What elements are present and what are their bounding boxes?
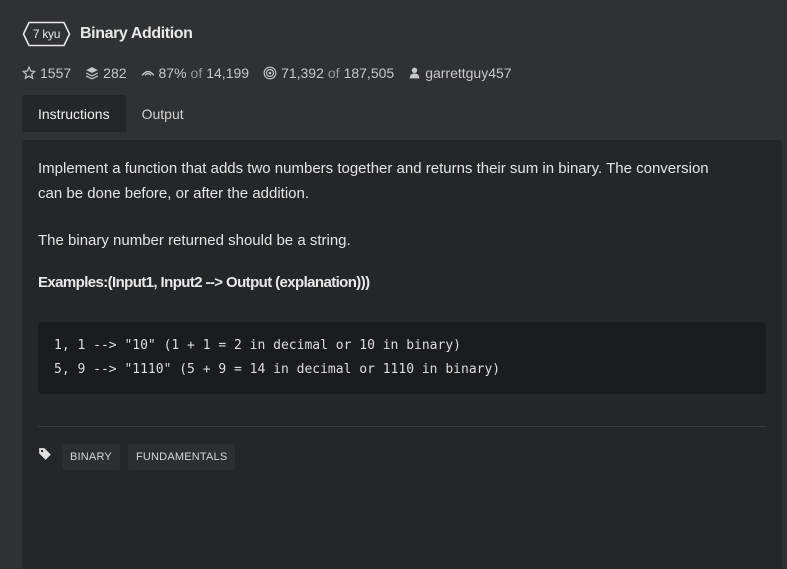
stars-count: 1557 — [40, 65, 72, 81]
satisfaction-votes: 14,199 — [206, 65, 250, 81]
tag-icon — [39, 448, 51, 460]
kata-tabs: Instructions Output — [22, 95, 200, 132]
tag-binary[interactable]: BINARY — [62, 444, 120, 470]
stack-layers-icon — [85, 66, 99, 80]
description-paragraph-2: The binary number returned should be a s… — [38, 232, 351, 249]
satisfaction-stat: 87% of 14,199 — [141, 65, 250, 81]
description-line-2: can be done before, or after the additio… — [38, 185, 310, 202]
divider — [38, 426, 766, 427]
kata-header: 7 kyu Binary Addition — [22, 21, 193, 47]
examples-heading: Examples:(Input1, Input2 --> Output (exp… — [38, 274, 370, 291]
tab-output[interactable]: Output — [126, 95, 200, 132]
code-block: 1, 1 --> "10" (1 + 1 = 2 in decimal or 1… — [38, 322, 766, 394]
instructions-panel: Implement a function that adds two numbe… — [22, 140, 782, 569]
author-stat[interactable]: garrettguy457 — [408, 65, 512, 81]
tag-fundamentals[interactable]: FUNDAMENTALS — [127, 444, 236, 470]
tab-instructions[interactable]: Instructions — [22, 95, 126, 132]
rank-label: 7 kyu — [32, 27, 61, 41]
satisfaction-percent: 87% — [158, 65, 187, 81]
attempts-count: 187,505 — [343, 65, 395, 81]
tags-row: BINARY FUNDAMENTALS — [38, 444, 243, 470]
author-link[interactable]: garrettguy457 — [425, 65, 511, 81]
eye-rainbow-icon — [141, 66, 155, 80]
rank-badge: 7 kyu — [22, 21, 71, 47]
completions-stat: 71,392 of 187,505 — [263, 65, 394, 81]
completions-count: 71,392 — [281, 65, 324, 81]
description-line-1: Implement a function that adds two numbe… — [38, 160, 709, 177]
kata-title: Binary Addition — [80, 25, 193, 42]
stats-row: 1557 282 87% of 14,199 71,392 of 187,505 — [22, 63, 526, 83]
star-outline-icon — [22, 66, 36, 80]
stars-stat[interactable]: 1557 — [22, 65, 71, 81]
completions-of-label: of — [327, 65, 340, 81]
code-line: 5, 9 --> "1110" (5 + 9 = 14 in decimal o… — [54, 362, 501, 377]
target-bullseye-icon — [263, 66, 277, 80]
collections-stat[interactable]: 282 — [85, 65, 127, 81]
user-icon — [408, 66, 421, 80]
satisfaction-of-label: of — [190, 65, 203, 81]
code-line: 1, 1 --> "10" (1 + 1 = 2 in decimal or 1… — [54, 338, 461, 353]
collections-count: 282 — [103, 65, 127, 81]
kata-page: 7 kyu Binary Addition 1557 282 87% of 14… — [0, 0, 787, 569]
